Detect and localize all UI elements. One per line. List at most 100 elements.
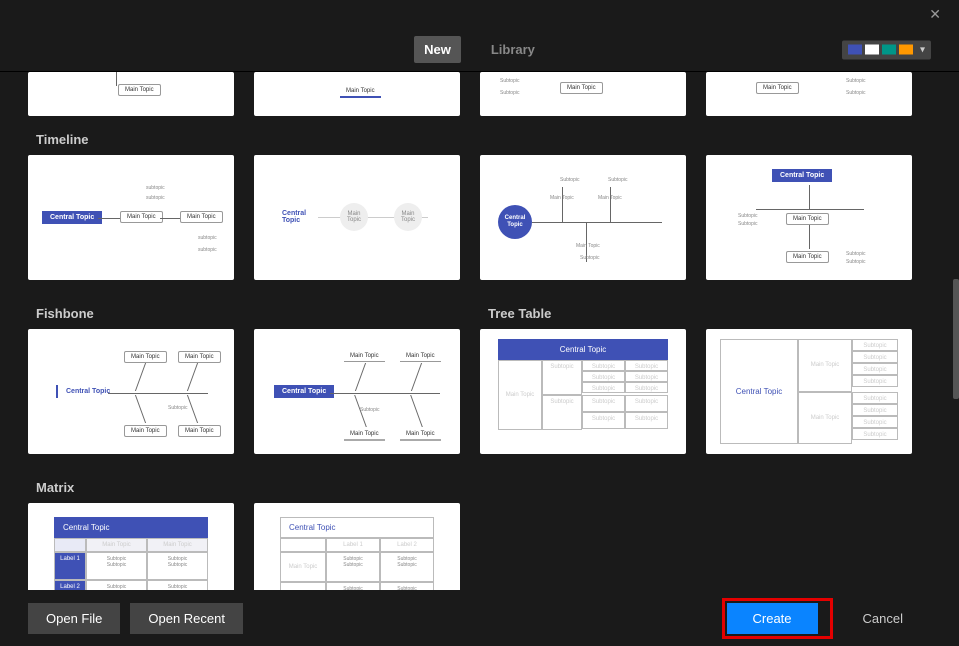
tabs: New Library [414, 36, 545, 63]
cell: SubtopicSubtopic [380, 552, 434, 582]
section-title-timeline: Timeline [36, 132, 923, 147]
node: Main Topic [120, 211, 163, 223]
cell: Main Topic [280, 582, 326, 590]
node: Main Topic [560, 82, 603, 94]
node: Main Topic [344, 351, 385, 362]
text: Subtopic [500, 78, 519, 84]
text: Subtopic [560, 177, 579, 183]
swatch-teal [882, 45, 896, 55]
cell: Subtopic [625, 412, 668, 429]
cell: Subtopic [625, 371, 668, 382]
template-matrix-1[interactable]: Central Topic Main Topic Main Topic Labe… [28, 503, 234, 590]
cell: Subtopic [582, 360, 625, 371]
section-title-matrix: Matrix [36, 480, 923, 495]
swatch-white [865, 45, 879, 55]
text: Main Topic [598, 195, 622, 201]
create-button[interactable]: Create [727, 603, 818, 634]
node: Main Topic [178, 351, 221, 363]
template-matrix-2[interactable]: Central Topic Label 1 Label 2 Main Topic… [254, 503, 460, 590]
cell: Subtopic [852, 404, 898, 416]
node: CentralTopic [498, 205, 532, 239]
cell: Main Topic [798, 339, 852, 392]
cell: SubtopicSubtopic [86, 552, 147, 580]
node: Central Topic [274, 385, 334, 398]
template-timeline-2[interactable]: CentralTopic MainTopic MainTopic [254, 155, 460, 280]
template-card[interactable]: Main Topic Subtopic Subtopic [706, 72, 912, 116]
node: Main Topic [340, 86, 381, 98]
text: Subtopic [846, 90, 865, 96]
node: Main Topic [124, 425, 167, 437]
node: MainTopic [340, 203, 368, 231]
text: subtopic [198, 235, 217, 241]
cell: Label 2 [380, 538, 434, 552]
text: Subtopic [580, 255, 599, 261]
template-treetable-1[interactable]: Central Topic Main Topic Subtopic Subtop… [480, 329, 686, 454]
swatch-orange [899, 45, 913, 55]
open-recent-button[interactable]: Open Recent [130, 603, 243, 634]
theme-picker[interactable]: ▾ [842, 40, 931, 59]
cell: Subtopic [582, 412, 625, 429]
node: Main Topic [180, 211, 223, 223]
cell: Central Topic [54, 517, 208, 538]
cell: Subtopic [582, 382, 625, 393]
template-treetable-2[interactable]: Central Topic Main Topic Subtopic Subtop… [706, 329, 912, 454]
footer: Open File Open Recent Create Cancel [0, 590, 959, 646]
template-card[interactable]: Main Topic [28, 72, 234, 116]
close-icon[interactable]: ✕ [921, 2, 949, 27]
template-gallery: Main Topic Main Topic Subtopic Subtopic … [0, 72, 951, 590]
node: Central Topic [56, 385, 118, 398]
cell: Main Topic [498, 360, 542, 430]
node: Main Topic [118, 84, 161, 96]
node: Central Topic [772, 169, 832, 182]
section-title-treetable: Tree Table [488, 306, 912, 321]
template-timeline-3[interactable]: CentralTopic Main Topic Main Topic Subto… [480, 155, 686, 280]
template-fishbone-1[interactable]: Central Topic Main Topic Main Topic Main… [28, 329, 234, 454]
cell: Subtopic [625, 395, 668, 412]
cell: Subtopic [625, 360, 668, 371]
cell: Label 1 [326, 538, 380, 552]
cell: SubtopicSubtopic [147, 552, 208, 580]
template-timeline-4[interactable]: Central Topic Main Topic Main Topic Subt… [706, 155, 912, 280]
cell [54, 538, 86, 552]
text: Subtopic [738, 213, 757, 219]
cell: Subtopic [852, 392, 898, 404]
header: New Library ▾ [0, 28, 959, 72]
open-file-button[interactable]: Open File [28, 603, 120, 634]
cell: Main Topic [86, 538, 147, 552]
template-card[interactable]: Subtopic Subtopic Main Topic [480, 72, 686, 116]
cell: Main Topic [798, 392, 852, 445]
cell: Main Topic [147, 538, 208, 552]
cell: Label 2 [54, 580, 86, 590]
node: Main Topic [124, 351, 167, 363]
cell: Main Topic [280, 552, 326, 582]
cell: SubtopicSubtopic [86, 580, 147, 590]
cell: Subtopic [852, 416, 898, 428]
template-card[interactable]: Main Topic [254, 72, 460, 116]
tab-library[interactable]: Library [481, 36, 545, 63]
cell: SubtopicSubtopic [326, 552, 380, 582]
text: Subtopic [360, 407, 379, 413]
cell: Central Topic [498, 339, 668, 360]
cell: Subtopic [625, 382, 668, 393]
node: Main Topic [786, 213, 829, 225]
text: Subtopic [846, 251, 865, 257]
cancel-button[interactable]: Cancel [845, 603, 921, 634]
text: Subtopic [846, 259, 865, 265]
text: Main Topic [576, 243, 600, 249]
cell: SubtopicSubtopic [326, 582, 380, 590]
scrollbar-thumb[interactable] [953, 279, 959, 399]
scrollbar[interactable] [951, 72, 959, 590]
tab-new[interactable]: New [414, 36, 461, 63]
template-timeline-1[interactable]: Central Topic Main Topic Main Topic subt… [28, 155, 234, 280]
node: Main Topic [344, 429, 385, 441]
template-fishbone-2[interactable]: Central Topic Main Topic Main Topic Main… [254, 329, 460, 454]
text: Subtopic [738, 221, 757, 227]
cell: SubtopicSubtopic [380, 582, 434, 590]
text: subtopic [146, 195, 165, 201]
cell: Label 1 [54, 552, 86, 580]
node: Main Topic [178, 425, 221, 437]
cell: Subtopic [852, 428, 898, 440]
node: Main Topic [400, 429, 441, 441]
chevron-down-icon: ▾ [920, 44, 925, 55]
swatch-blue [848, 45, 862, 55]
